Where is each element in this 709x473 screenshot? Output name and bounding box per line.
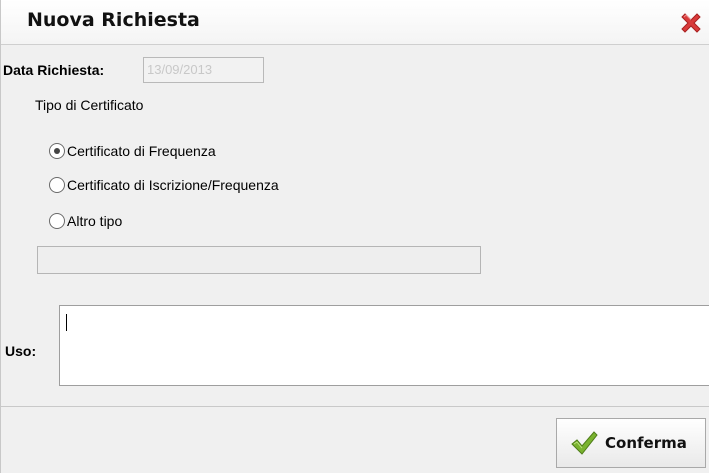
close-icon[interactable] — [678, 10, 704, 36]
radio-label-iscrizione: Certificato di Iscrizione/Frequenza — [67, 177, 279, 193]
confirm-label: Conferma — [605, 434, 687, 452]
radio-option-frequenza[interactable]: Certificato di Frequenza — [49, 140, 216, 162]
radio-button[interactable] — [49, 177, 65, 193]
uso-label: Uso: — [5, 343, 37, 359]
radio-button[interactable] — [49, 213, 65, 229]
certificate-type-label: Tipo di Certificato — [35, 97, 144, 113]
uso-textarea[interactable] — [59, 305, 709, 386]
radio-option-altro[interactable]: Altro tipo — [49, 210, 122, 232]
confirm-button[interactable]: Conferma — [556, 418, 706, 468]
radio-button-checked[interactable] — [49, 143, 65, 159]
date-label: Data Richiesta: — [3, 62, 105, 78]
radio-label-altro: Altro tipo — [67, 213, 123, 229]
other-type-field[interactable] — [37, 246, 481, 274]
new-request-dialog: Nuova Richiesta Data Richiesta: 13/09/20… — [0, 0, 709, 473]
radio-label-frequenza: Certificato di Frequenza — [67, 143, 216, 159]
dialog-titlebar: Nuova Richiesta — [1, 0, 709, 45]
date-field[interactable]: 13/09/2013 — [143, 57, 264, 83]
radio-option-iscrizione[interactable]: Certificato di Iscrizione/Frequenza — [49, 174, 279, 196]
text-caret — [66, 314, 67, 331]
checkmark-icon — [569, 428, 599, 458]
dialog-title: Nuova Richiesta — [27, 9, 200, 31]
footer-divider — [1, 406, 709, 407]
